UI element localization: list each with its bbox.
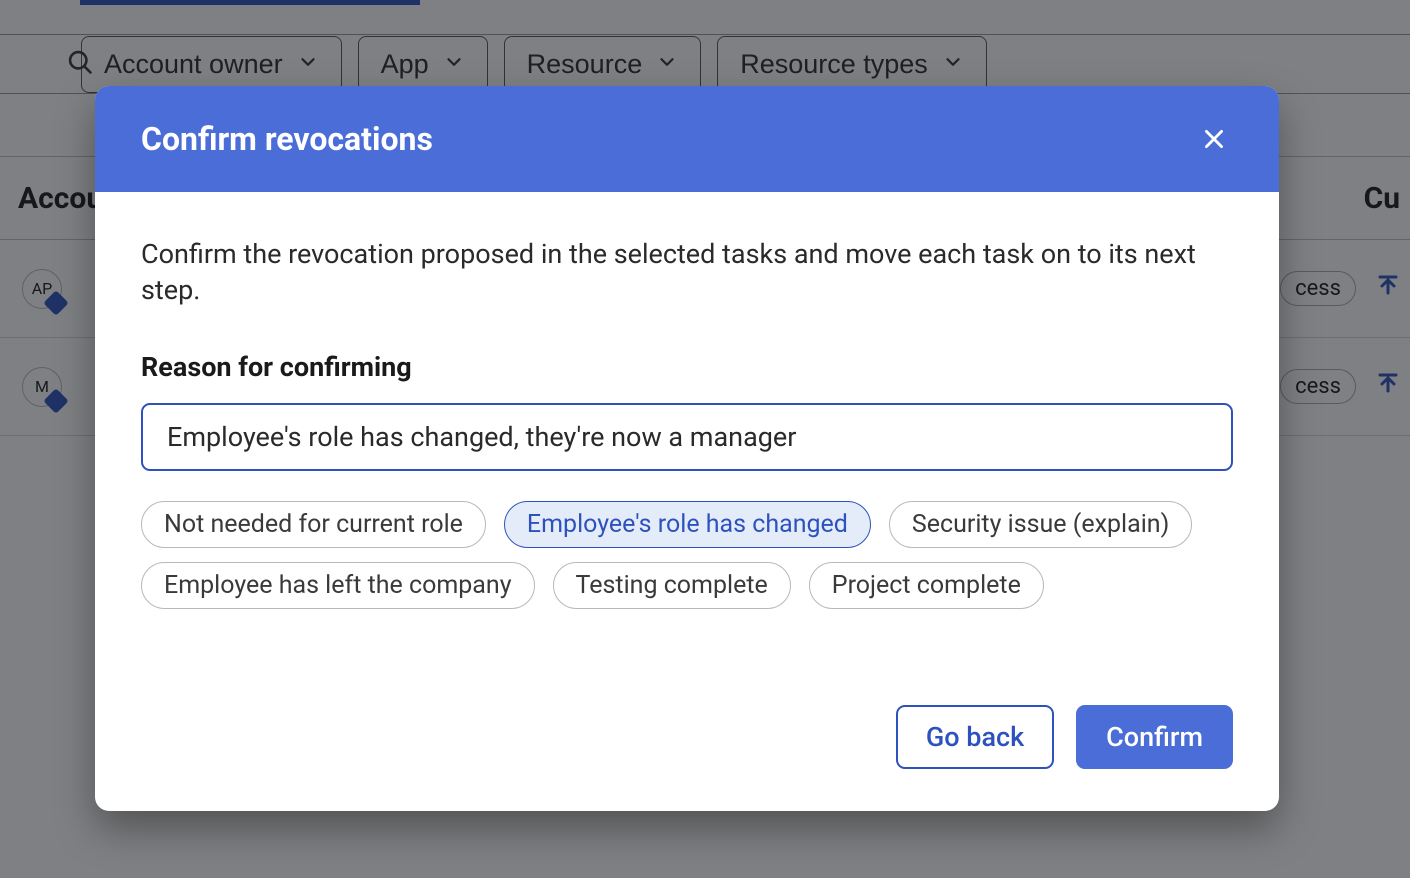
modal-description: Confirm the revocation proposed in the s… (141, 236, 1233, 309)
reason-chip[interactable]: Project complete (809, 562, 1044, 609)
close-icon (1201, 126, 1227, 152)
page-root: Account owner App Resource Resource type… (0, 0, 1410, 878)
reason-chip[interactable]: Employee has left the company (141, 562, 535, 609)
reason-chip[interactable]: Not needed for current role (141, 501, 486, 548)
reason-chip[interactable]: Testing complete (553, 562, 791, 609)
modal-footer: Go back Confirm (95, 621, 1279, 811)
modal-title: Confirm revocations (141, 120, 433, 158)
go-back-button[interactable]: Go back (896, 705, 1054, 769)
confirm-revocations-modal: Confirm revocations Confirm the revocati… (95, 86, 1279, 811)
reason-chip[interactable]: Employee's role has changed (504, 501, 871, 548)
reason-label: Reason for confirming (141, 351, 1233, 383)
reason-chip[interactable]: Security issue (explain) (889, 501, 1192, 548)
close-button[interactable] (1195, 120, 1233, 158)
modal-body: Confirm the revocation proposed in the s… (95, 192, 1279, 621)
confirm-button[interactable]: Confirm (1076, 705, 1233, 769)
reason-input[interactable] (141, 403, 1233, 471)
modal-header: Confirm revocations (95, 86, 1279, 192)
reason-chips: Not needed for current role Employee's ro… (141, 501, 1233, 609)
